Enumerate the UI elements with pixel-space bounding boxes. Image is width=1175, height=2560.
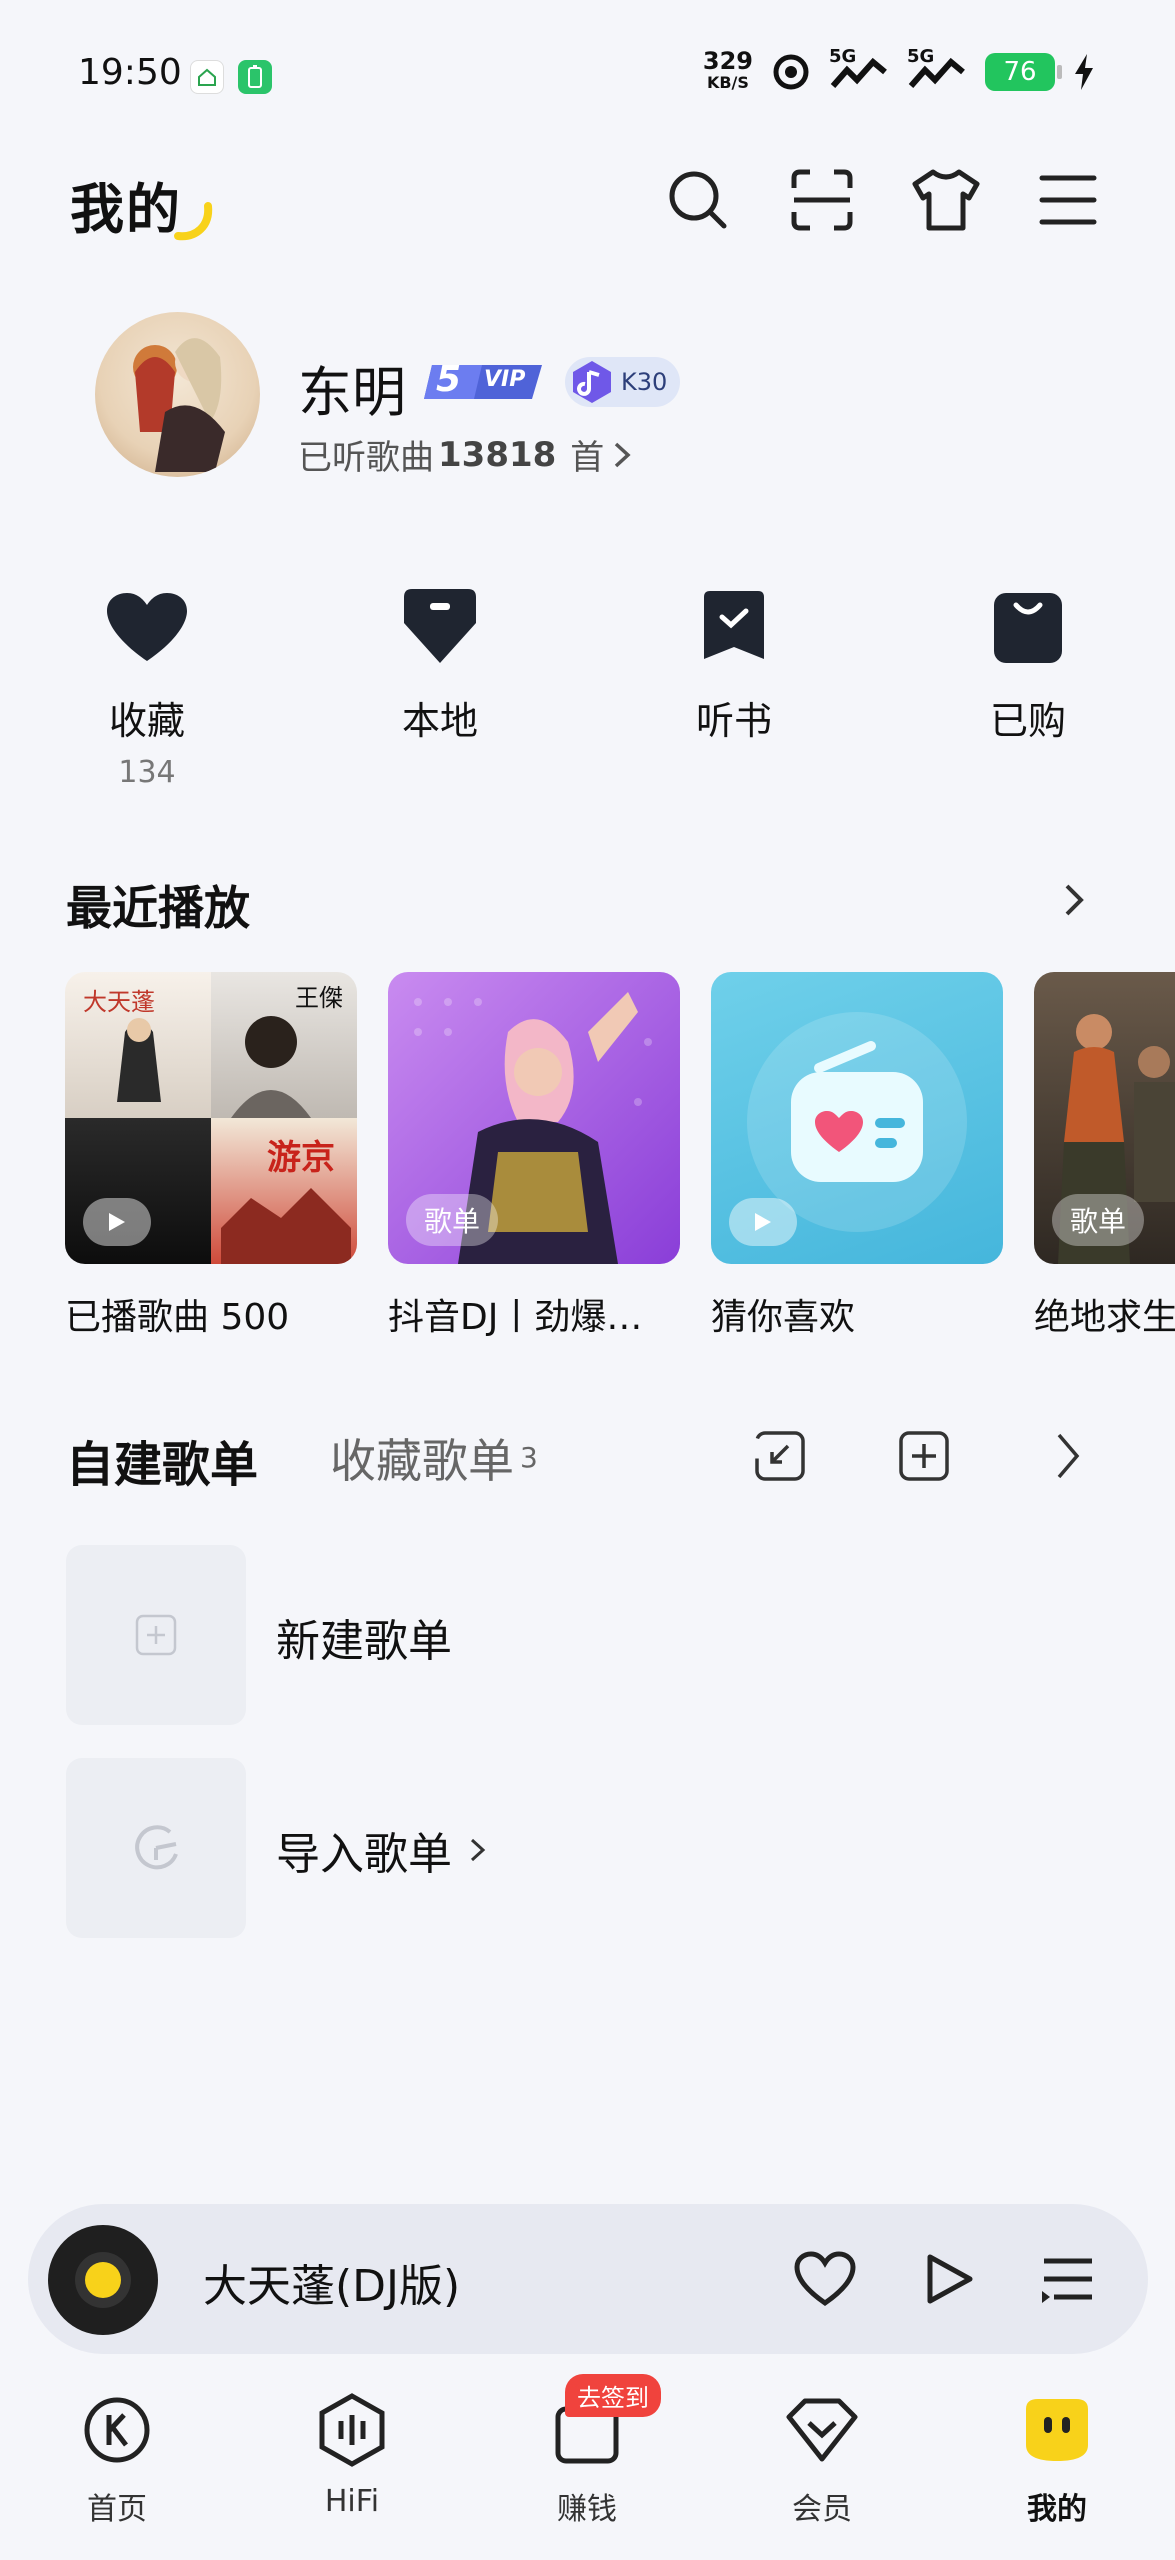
avatar[interactable] xyxy=(95,312,260,477)
hotspot-icon xyxy=(773,54,809,90)
quick-local[interactable]: 本地 xyxy=(340,582,540,745)
queue-icon[interactable] xyxy=(1028,2239,1108,2319)
recent-card-douyin[interactable]: 歌单 xyxy=(388,972,680,1264)
recent-card-label: 已播歌曲 500 xyxy=(65,1297,290,1338)
quick-purchased[interactable]: 已购 xyxy=(928,582,1128,745)
chevron-right-icon xyxy=(470,1838,486,1862)
recent-card-label: 绝地求生 xyxy=(1034,1297,1175,1338)
page-title: 我的 xyxy=(70,178,182,241)
vip-badge[interactable]: 5 VIP xyxy=(422,357,548,405)
level-badge[interactable]: K30 xyxy=(565,357,680,407)
hifi-icon xyxy=(312,2390,392,2470)
recent-card-pubg[interactable]: 歌单 xyxy=(1034,972,1175,1264)
checkin-badge[interactable]: 去签到 xyxy=(565,2374,661,2417)
recent-title: 最近播放 xyxy=(66,881,250,935)
import-playlist-thumb[interactable] xyxy=(66,1758,246,1938)
nav-vip[interactable]: 会员 xyxy=(732,2390,912,2528)
charging-icon xyxy=(1075,54,1093,90)
play-icon[interactable] xyxy=(910,2239,990,2319)
playlist-more-chevron-icon[interactable] xyxy=(1040,1428,1096,1484)
new-playlist-label[interactable]: 新建歌单 xyxy=(276,1605,452,1669)
collage-cover-4: 游京 xyxy=(211,1118,357,1264)
vip-heart-icon xyxy=(782,2390,862,2470)
nav-home[interactable]: 首页 xyxy=(27,2390,207,2528)
nav-mine[interactable]: 我的 xyxy=(967,2390,1147,2528)
menu-icon[interactable] xyxy=(1028,160,1108,240)
search-icon[interactable] xyxy=(658,160,738,240)
import-playlist-label[interactable]: 导入歌单 xyxy=(276,1818,490,1882)
mine-icon xyxy=(1017,2390,1097,2470)
tab-fav-playlists[interactable]: 收藏歌单 3 xyxy=(330,1425,538,1491)
listened-stats[interactable]: 已听歌曲 13818 首 xyxy=(298,430,636,479)
status-app-icons xyxy=(190,60,272,94)
download-icon xyxy=(395,582,485,672)
battery-saver-icon xyxy=(238,60,272,94)
tab-own-playlists[interactable]: 自建歌单 xyxy=(66,1425,258,1495)
playlist-tag: 歌单 xyxy=(1052,1194,1145,1246)
nav-hifi[interactable]: HiFi xyxy=(262,2390,442,2519)
chevron-right-icon xyxy=(615,442,631,467)
import-icon[interactable] xyxy=(752,1428,808,1484)
heart-icon xyxy=(102,582,192,672)
play-icon[interactable] xyxy=(729,1198,797,1246)
bag-icon xyxy=(983,582,1073,672)
collage-cover-1: 大天蓬 xyxy=(65,972,211,1118)
scan-icon[interactable] xyxy=(782,160,862,240)
now-playing-title[interactable]: 大天蓬(DJ版) xyxy=(203,2250,460,2314)
recent-card-guess[interactable] xyxy=(711,972,1003,1264)
recent-card-played[interactable]: 大天蓬 王傑 游京 xyxy=(65,972,357,1264)
playlist-tag: 歌单 xyxy=(406,1194,499,1246)
import-arrow-icon xyxy=(135,1825,178,1870)
signal-2-icon: 5G xyxy=(907,46,967,92)
brand-swoosh-icon xyxy=(174,202,213,241)
plus-icon xyxy=(135,1614,177,1656)
collage-cover-2: 王傑 xyxy=(211,972,357,1118)
recent-card-label: 抖音DJ丨劲爆… xyxy=(388,1297,643,1338)
recent-more-chevron-icon[interactable] xyxy=(1055,880,1095,920)
recent-card-label: 猜你喜欢 xyxy=(711,1297,856,1338)
new-playlist-thumb[interactable] xyxy=(66,1545,246,1725)
play-icon[interactable] xyxy=(83,1198,151,1246)
quick-audiobook[interactable]: 听书 xyxy=(634,582,834,745)
album-disc[interactable] xyxy=(48,2225,158,2335)
net-speed: 329 KB/S xyxy=(702,47,753,92)
quick-favorites[interactable]: 收藏 134 xyxy=(47,582,247,790)
music-level-icon xyxy=(573,361,611,403)
skin-icon[interactable] xyxy=(906,160,986,240)
status-icons: 329 KB/S 5G 5G 76 xyxy=(702,46,1095,94)
status-time: 19:50 xyxy=(78,52,182,93)
add-playlist-icon[interactable] xyxy=(896,1428,952,1484)
book-icon xyxy=(689,582,779,672)
battery-indicator: 76 xyxy=(985,53,1062,91)
user-name[interactable]: 东明 xyxy=(298,348,406,427)
like-icon[interactable] xyxy=(785,2239,865,2319)
home-app-icon xyxy=(190,60,224,94)
home-k-icon xyxy=(77,2390,157,2470)
signal-1-icon: 5G xyxy=(829,46,889,92)
